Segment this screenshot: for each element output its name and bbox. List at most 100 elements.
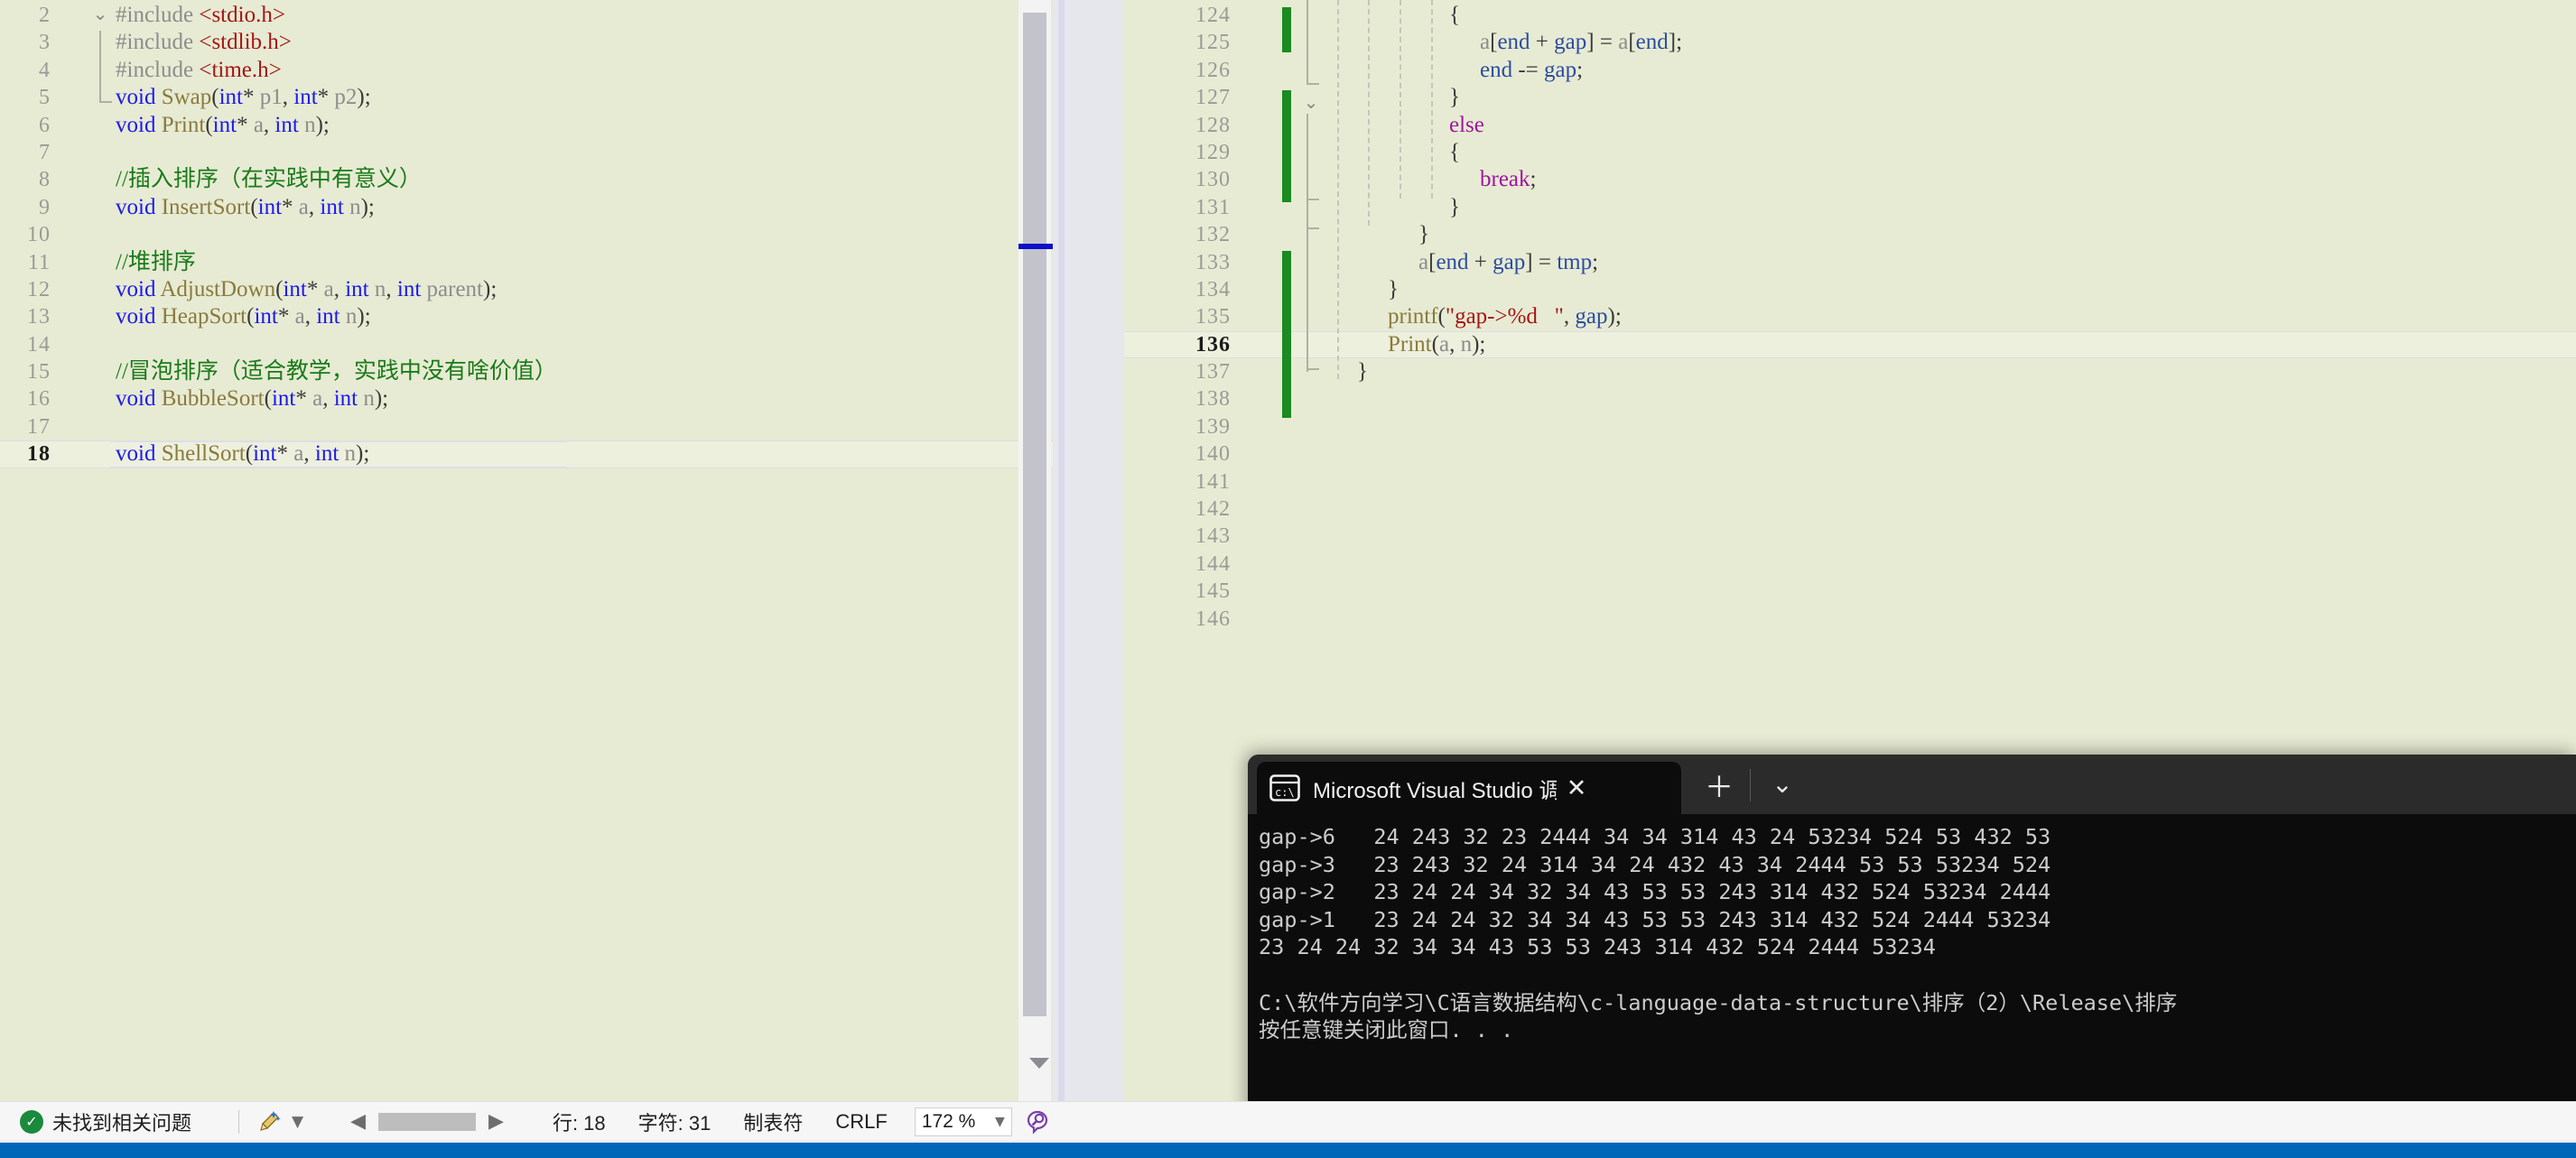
line-number: 133 <box>1195 250 1231 274</box>
code-line[interactable]: 17 <box>0 413 1074 440</box>
code-text: } <box>1449 84 1460 111</box>
code-token: gap <box>1575 304 1608 329</box>
code-line[interactable]: 131} <box>1124 194 2576 221</box>
code-line[interactable]: 5 void Swap(int* p1, int* p2); <box>0 84 1074 111</box>
code-token: void <box>116 276 161 301</box>
nav-forward-button[interactable]: ▶ <box>488 1110 504 1133</box>
new-tab-button[interactable]: ＋ <box>1701 767 1737 804</box>
console-titlebar[interactable]: c:\ Microsoft Visual Studio 调试控 ✕ ＋ ⌄ <box>1248 755 2576 814</box>
code-token: [ <box>1628 30 1636 55</box>
code-line[interactable]: 10 <box>0 221 1074 248</box>
windows-taskbar-strip <box>0 1143 2576 1158</box>
code-token: HeapSort <box>161 304 247 329</box>
code-token: ); <box>315 112 330 137</box>
code-line[interactable]: 138 <box>1124 385 2576 412</box>
code-line[interactable]: 136 Print(a, n); <box>1124 330 2576 359</box>
check-circle-icon: ✓ <box>20 1109 43 1134</box>
code-line[interactable]: 15 //冒泡排序（适合教学，实践中没有啥价值） <box>0 358 1074 385</box>
status-issues[interactable]: ✓ 未找到相关问题 <box>20 1107 191 1136</box>
scroll-down-arrow-icon[interactable] <box>1029 1058 1049 1069</box>
code-text: //插入排序（在实践中有意义） <box>116 166 422 193</box>
left-code-lines[interactable]: 2 #include <stdio.h> 3 #include <stdlib.h> 4… <box>0 0 1074 1101</box>
close-icon[interactable]: ✕ <box>1557 768 1596 808</box>
code-token: ] = <box>1525 249 1558 274</box>
line-number: 128 <box>1195 113 1231 137</box>
code-line[interactable]: 128 else <box>1124 112 2576 139</box>
code-line[interactable]: 125 a[end + gap] = a[end]; <box>1124 29 2576 56</box>
code-line[interactable]: 146 <box>1124 606 2576 633</box>
change-bar <box>1282 7 1291 52</box>
code-line[interactable]: 127} <box>1124 84 2576 111</box>
line-number: 138 <box>1195 387 1231 412</box>
code-token: * <box>282 194 299 219</box>
code-line[interactable]: 9 void InsertSort(int* a, int n); <box>0 194 1074 221</box>
line-number: 125 <box>1195 31 1231 55</box>
code-line[interactable]: 2 #include <stdio.h> <box>0 2 1074 29</box>
code-line[interactable]: 129 { <box>1124 139 2576 166</box>
zoom-level-value: 172 % <box>921 1110 976 1132</box>
code-line[interactable]: 135 printf("gap->%d ", gap); <box>1124 303 2576 330</box>
code-line[interactable]: 143 <box>1124 523 2576 550</box>
code-line[interactable]: 11 //堆排序 <box>0 249 1074 276</box>
code-line[interactable]: 130 break; <box>1124 166 2576 193</box>
code-line[interactable]: 8 //插入排序（在实践中有意义） <box>0 166 1074 193</box>
code-line[interactable]: 139 <box>1124 413 2576 440</box>
code-token: <time.h> <box>199 57 282 82</box>
code-line[interactable]: 124 { <box>1124 2 2576 29</box>
code-line[interactable]: 145 <box>1124 578 2576 605</box>
code-line[interactable]: 16 void BubbleSort(int* a, int n); <box>0 385 1074 412</box>
code-token: //堆排序 <box>116 249 196 274</box>
code-line[interactable]: 7 <box>0 139 1074 166</box>
code-line[interactable]: 134} <box>1124 276 2576 303</box>
editor-pane-left[interactable]: 2 #include <stdio.h> 3 #include <stdlib.h> 4… <box>0 0 1074 1101</box>
code-line[interactable]: 13 void HeapSort(int* a, int n); <box>0 303 1074 330</box>
fold-expand-icon-include-block[interactable]: ⌄ <box>90 4 110 23</box>
code-line[interactable]: 126 end -= gap; <box>1124 57 2576 84</box>
code-token: n <box>349 194 361 219</box>
code-line[interactable]: 144 <box>1124 551 2576 578</box>
code-text: } <box>1418 221 1429 248</box>
chevron-down-icon[interactable]: ⌄ <box>1764 765 1800 801</box>
code-line[interactable]: 141 <box>1124 468 2576 496</box>
code-token: n <box>304 112 316 137</box>
left-vertical-scrollbar[interactable] <box>1018 0 1055 1101</box>
status-issues-label: 未找到相关问题 <box>52 1111 192 1135</box>
pane-splitter[interactable] <box>1053 0 1070 1101</box>
code-line[interactable]: 133 a[end + gap] = tmp; <box>1124 249 2576 276</box>
left-scrollbar-thumb[interactable] <box>1023 13 1046 1016</box>
broom-dropdown-icon[interactable]: ▼ <box>292 1113 303 1131</box>
code-token: { <box>1449 3 1460 27</box>
code-token: void <box>116 112 162 137</box>
code-token: -= <box>1512 57 1545 82</box>
code-line[interactable]: 12 void AdjustDown(int* a, int n, int par… <box>0 276 1074 303</box>
fold-collapse-icon-else-block[interactable]: ⌄ <box>1301 92 1321 112</box>
nav-back-button[interactable]: ◀ <box>350 1110 366 1133</box>
code-line[interactable]: 6 void Print(int* a, int n); <box>0 112 1074 139</box>
code-token: int <box>274 112 299 137</box>
code-line[interactable]: 142 <box>1124 496 2576 523</box>
code-line[interactable]: 132} <box>1124 221 2576 248</box>
zoom-level-selector[interactable]: 172 % ▼ <box>914 1107 1012 1136</box>
code-token: + <box>1530 30 1555 55</box>
console-tab[interactable]: c:\ Microsoft Visual Studio 调试控 ✕ <box>1257 762 1681 814</box>
code-line[interactable]: 18 void ShellSort(int* a, int n); <box>0 440 1074 469</box>
code-line[interactable]: 14 <box>0 331 1074 358</box>
code-token: InsertSort <box>161 194 251 219</box>
chevron-down-icon[interactable]: ▼ <box>995 1115 1005 1129</box>
code-token: int <box>271 386 296 412</box>
code-line[interactable]: 137} <box>1124 358 2576 385</box>
code-line[interactable]: 140 <box>1124 440 2576 468</box>
code-text: a[end + gap] = a[end]; <box>1480 29 1682 56</box>
broom-icon[interactable] <box>256 1108 283 1135</box>
feedback-icon[interactable] <box>1023 1107 1052 1136</box>
line-number: 136 <box>1195 332 1231 357</box>
fold-region-line <box>99 31 101 103</box>
code-token: } <box>1449 194 1460 219</box>
code-token: , <box>304 304 317 329</box>
console-output-line: 按任意键关闭此窗口. . . <box>1259 1017 1514 1043</box>
code-token: ); <box>374 386 389 412</box>
code-token: ); <box>360 194 375 219</box>
code-line[interactable]: 3 #include <stdlib.h> <box>0 29 1074 56</box>
code-line[interactable]: 4 #include <time.h> <box>0 57 1074 84</box>
debug-console-window[interactable]: c:\ Microsoft Visual Studio 调试控 ✕ ＋ ⌄ ga… <box>1248 755 2576 1140</box>
